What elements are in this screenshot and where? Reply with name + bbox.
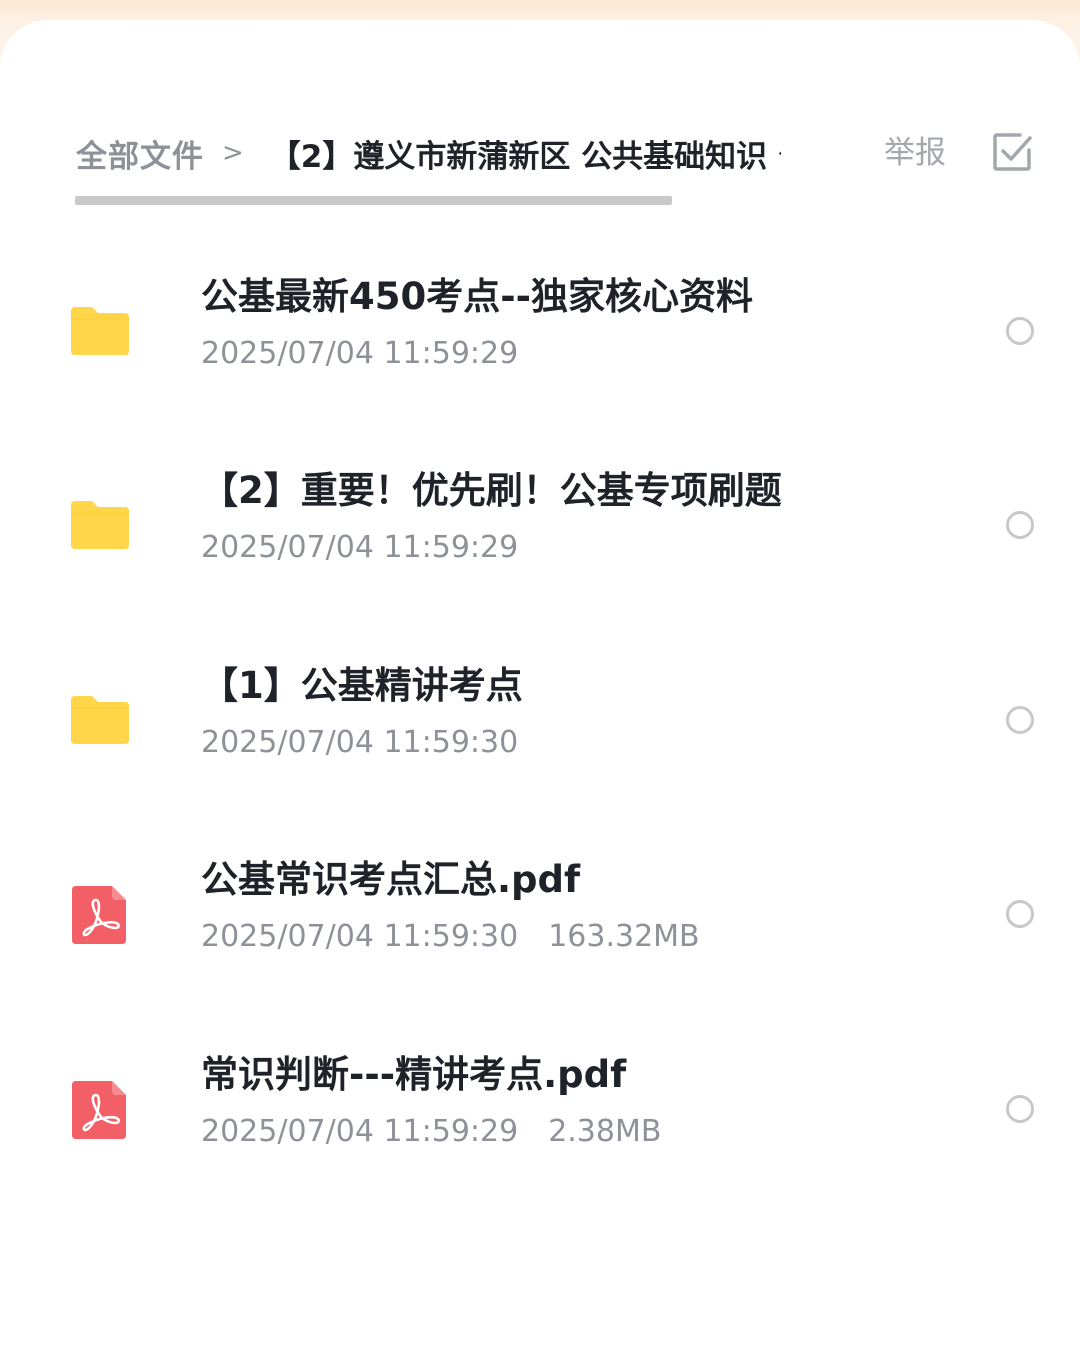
file-date: 2025/07/04 11:59:29 (201, 336, 519, 371)
file-meta: 2025/07/04 11:59:29 (201, 334, 518, 374)
breadcrumb-separator: > (222, 138, 244, 168)
select-radio[interactable] (1006, 511, 1034, 539)
breadcrumb-current: 【2】遵义市新蒲新区 公共基础知识 公 (269, 138, 781, 175)
select-radio[interactable] (1006, 1095, 1034, 1123)
list-item[interactable]: 【1】公基精讲考点 2025/07/04 11:59:30 (0, 623, 1080, 817)
checkbox-check-icon[interactable] (990, 130, 1034, 174)
file-name: 【2】重要！优先刷！公基专项刷题 (201, 469, 782, 512)
file-meta: 2025/07/04 11:59:29 (201, 528, 518, 568)
folder-icon (68, 688, 132, 752)
header: 全部文件 > 【2】遵义市新蒲新区 公共基础知识 公 举报 (0, 20, 1080, 220)
file-name: 【1】公基精讲考点 (201, 664, 523, 707)
file-date: 2025/07/04 11:59:30 (201, 725, 519, 760)
file-browser-sheet: 全部文件 > 【2】遵义市新蒲新区 公共基础知识 公 举报 公基最新450考点-… (0, 20, 1080, 1368)
file-meta: 2025/07/04 11:59:30 (201, 723, 518, 763)
file-meta: 2025/07/04 11:59:30 163.32MB (201, 917, 700, 957)
file-name: 常识判断---精讲考点.pdf (201, 1053, 627, 1096)
folder-icon (68, 493, 132, 557)
folder-icon (68, 299, 132, 363)
file-size: 163.32MB (548, 919, 700, 954)
select-radio[interactable] (1006, 900, 1034, 928)
file-name: 公基最新450考点--独家核心资料 (201, 275, 753, 318)
file-date: 2025/07/04 11:59:29 (201, 530, 519, 565)
file-size: 2.38MB (548, 1114, 662, 1149)
select-radio[interactable] (1006, 706, 1034, 734)
file-date: 2025/07/04 11:59:29 (201, 1114, 519, 1149)
select-radio[interactable] (1006, 317, 1034, 345)
breadcrumb-root[interactable]: 全部文件 (76, 131, 204, 176)
list-item[interactable]: 公基常识考点汇总.pdf 2025/07/04 11:59:30 163.32MB (0, 817, 1080, 1011)
breadcrumb: 全部文件 > 【2】遵义市新蒲新区 公共基础知识 公 (76, 130, 781, 176)
report-button[interactable]: 举报 (884, 132, 946, 174)
list-item[interactable]: 【2】重要！优先刷！公基专项刷题 2025/07/04 11:59:29 (0, 428, 1080, 622)
breadcrumb-scrollbar[interactable] (75, 196, 672, 205)
pdf-icon (68, 1077, 132, 1141)
file-name: 公基常识考点汇总.pdf (201, 858, 581, 901)
file-meta: 2025/07/04 11:59:29 2.38MB (201, 1112, 661, 1152)
list-item[interactable]: 公基最新450考点--独家核心资料 2025/07/04 11:59:29 (0, 234, 1080, 428)
pdf-icon (68, 882, 132, 946)
file-date: 2025/07/04 11:59:30 (201, 919, 519, 954)
list-item[interactable]: 常识判断---精讲考点.pdf 2025/07/04 11:59:29 2.38M… (0, 1012, 1080, 1206)
